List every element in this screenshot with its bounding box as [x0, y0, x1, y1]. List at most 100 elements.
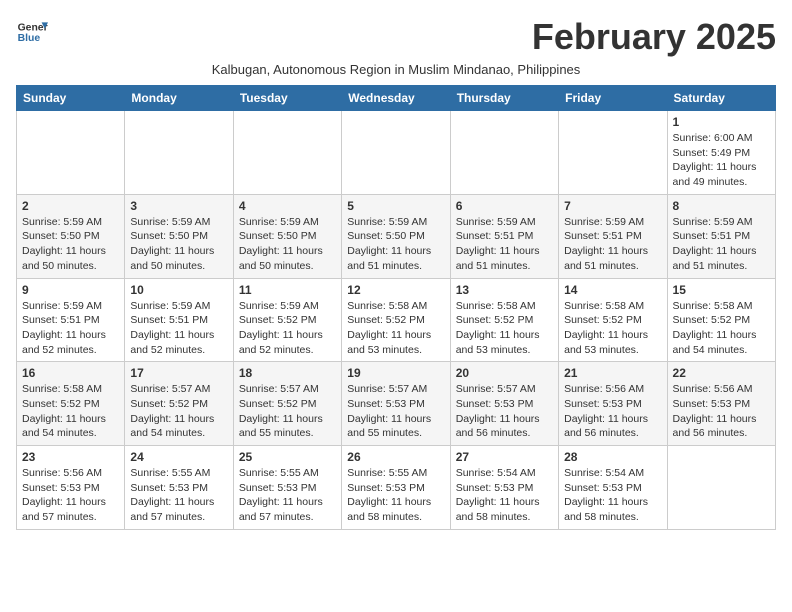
- day-info: Sunrise: 5:59 AMSunset: 5:51 PMDaylight:…: [564, 215, 661, 274]
- calendar-day-header: Tuesday: [233, 86, 341, 111]
- day-info: Sunrise: 5:59 AMSunset: 5:50 PMDaylight:…: [239, 215, 336, 274]
- day-number: 15: [673, 283, 770, 297]
- calendar-cell: 10 Sunrise: 5:59 AMSunset: 5:51 PMDayligh…: [125, 278, 233, 362]
- day-number: 19: [347, 366, 444, 380]
- calendar-cell: [342, 111, 450, 195]
- calendar-cell: 17 Sunrise: 5:57 AMSunset: 5:52 PMDayligh…: [125, 362, 233, 446]
- day-info: Sunrise: 5:59 AMSunset: 5:50 PMDaylight:…: [22, 215, 119, 274]
- day-number: 6: [456, 199, 553, 213]
- day-number: 4: [239, 199, 336, 213]
- day-number: 18: [239, 366, 336, 380]
- day-info: Sunrise: 5:58 AMSunset: 5:52 PMDaylight:…: [673, 299, 770, 358]
- calendar-cell: 19 Sunrise: 5:57 AMSunset: 5:53 PMDayligh…: [342, 362, 450, 446]
- calendar-cell: 24 Sunrise: 5:55 AMSunset: 5:53 PMDayligh…: [125, 446, 233, 530]
- day-info: Sunrise: 5:58 AMSunset: 5:52 PMDaylight:…: [22, 382, 119, 441]
- calendar-cell: 15 Sunrise: 5:58 AMSunset: 5:52 PMDayligh…: [667, 278, 775, 362]
- calendar-week-row: 1Sunrise: 6:00 AMSunset: 5:49 PMDaylight…: [17, 111, 776, 195]
- day-number: 26: [347, 450, 444, 464]
- calendar-cell: 11Sunrise: 5:59 AMSunset: 5:52 PMDayligh…: [233, 278, 341, 362]
- calendar-cell: 26 Sunrise: 5:55 AMSunset: 5:53 PMDayligh…: [342, 446, 450, 530]
- calendar-cell: 6 Sunrise: 5:59 AMSunset: 5:51 PMDaylight…: [450, 194, 558, 278]
- day-info: Sunrise: 5:57 AMSunset: 5:52 PMDaylight:…: [130, 382, 227, 441]
- calendar-cell: [667, 446, 775, 530]
- day-info: Sunrise: 5:59 AMSunset: 5:51 PMDaylight:…: [456, 215, 553, 274]
- calendar-cell: 18Sunrise: 5:57 AMSunset: 5:52 PMDayligh…: [233, 362, 341, 446]
- day-info: Sunrise: 5:56 AMSunset: 5:53 PMDaylight:…: [564, 382, 661, 441]
- day-number: 25: [239, 450, 336, 464]
- day-info: Sunrise: 5:58 AMSunset: 5:52 PMDaylight:…: [456, 299, 553, 358]
- calendar-cell: 27 Sunrise: 5:54 AMSunset: 5:53 PMDayligh…: [450, 446, 558, 530]
- calendar-table: SundayMondayTuesdayWednesdayThursdayFrid…: [16, 85, 776, 530]
- day-number: 14: [564, 283, 661, 297]
- logo: General Blue: [16, 16, 48, 48]
- calendar-week-row: 16 Sunrise: 5:58 AMSunset: 5:52 PMDayligh…: [17, 362, 776, 446]
- svg-text:Blue: Blue: [18, 33, 41, 44]
- day-info: Sunrise: 5:55 AMSunset: 5:53 PMDaylight:…: [347, 466, 444, 525]
- calendar-cell: 7Sunrise: 5:59 AMSunset: 5:51 PMDaylight…: [559, 194, 667, 278]
- calendar-cell: 22Sunrise: 5:56 AMSunset: 5:53 PMDayligh…: [667, 362, 775, 446]
- day-number: 23: [22, 450, 119, 464]
- calendar-cell: 28 Sunrise: 5:54 AMSunset: 5:53 PMDayligh…: [559, 446, 667, 530]
- calendar-week-row: 2 Sunrise: 5:59 AMSunset: 5:50 PMDaylight…: [17, 194, 776, 278]
- calendar-cell: 13 Sunrise: 5:58 AMSunset: 5:52 PMDayligh…: [450, 278, 558, 362]
- calendar-cell: 2 Sunrise: 5:59 AMSunset: 5:50 PMDaylight…: [17, 194, 125, 278]
- day-info: Sunrise: 5:56 AMSunset: 5:53 PMDaylight:…: [22, 466, 119, 525]
- calendar-cell: [559, 111, 667, 195]
- calendar-day-header: Sunday: [17, 86, 125, 111]
- day-number: 11: [239, 283, 336, 297]
- day-number: 13: [456, 283, 553, 297]
- day-info: Sunrise: 5:54 AMSunset: 5:53 PMDaylight:…: [456, 466, 553, 525]
- day-number: 21: [564, 366, 661, 380]
- day-info: Sunrise: 5:58 AMSunset: 5:52 PMDaylight:…: [564, 299, 661, 358]
- day-number: 27: [456, 450, 553, 464]
- day-number: 16: [22, 366, 119, 380]
- day-number: 5: [347, 199, 444, 213]
- calendar-cell: 12 Sunrise: 5:58 AMSunset: 5:52 PMDayligh…: [342, 278, 450, 362]
- day-number: 28: [564, 450, 661, 464]
- calendar-cell: [17, 111, 125, 195]
- day-info: Sunrise: 5:57 AMSunset: 5:53 PMDaylight:…: [347, 382, 444, 441]
- subtitle: Kalbugan, Autonomous Region in Muslim Mi…: [16, 62, 776, 77]
- calendar-cell: 16 Sunrise: 5:58 AMSunset: 5:52 PMDayligh…: [17, 362, 125, 446]
- day-info: Sunrise: 5:59 AMSunset: 5:50 PMDaylight:…: [130, 215, 227, 274]
- day-info: Sunrise: 5:55 AMSunset: 5:53 PMDaylight:…: [239, 466, 336, 525]
- day-number: 8: [673, 199, 770, 213]
- calendar-header-row: SundayMondayTuesdayWednesdayThursdayFrid…: [17, 86, 776, 111]
- calendar-cell: 8 Sunrise: 5:59 AMSunset: 5:51 PMDaylight…: [667, 194, 775, 278]
- calendar-cell: 14 Sunrise: 5:58 AMSunset: 5:52 PMDayligh…: [559, 278, 667, 362]
- calendar-cell: 3 Sunrise: 5:59 AMSunset: 5:50 PMDaylight…: [125, 194, 233, 278]
- calendar-cell: 25 Sunrise: 5:55 AMSunset: 5:53 PMDayligh…: [233, 446, 341, 530]
- calendar-cell: 4 Sunrise: 5:59 AMSunset: 5:50 PMDaylight…: [233, 194, 341, 278]
- day-number: 20: [456, 366, 553, 380]
- day-number: 24: [130, 450, 227, 464]
- day-number: 17: [130, 366, 227, 380]
- day-info: Sunrise: 5:59 AMSunset: 5:51 PMDaylight:…: [130, 299, 227, 358]
- calendar-cell: 23 Sunrise: 5:56 AMSunset: 5:53 PMDayligh…: [17, 446, 125, 530]
- day-info: Sunrise: 5:55 AMSunset: 5:53 PMDaylight:…: [130, 466, 227, 525]
- calendar-day-header: Friday: [559, 86, 667, 111]
- calendar-day-header: Wednesday: [342, 86, 450, 111]
- day-number: 12: [347, 283, 444, 297]
- calendar-cell: [125, 111, 233, 195]
- calendar-day-header: Monday: [125, 86, 233, 111]
- calendar-day-header: Saturday: [667, 86, 775, 111]
- day-number: 2: [22, 199, 119, 213]
- day-info: Sunrise: 5:59 AMSunset: 5:51 PMDaylight:…: [673, 215, 770, 274]
- calendar-cell: 20Sunrise: 5:57 AMSunset: 5:53 PMDayligh…: [450, 362, 558, 446]
- logo-icon: General Blue: [16, 16, 48, 48]
- day-number: 9: [22, 283, 119, 297]
- title-section: February 2025: [532, 16, 776, 58]
- calendar-cell: [233, 111, 341, 195]
- calendar-cell: 9 Sunrise: 5:59 AMSunset: 5:51 PMDaylight…: [17, 278, 125, 362]
- day-info: Sunrise: 5:54 AMSunset: 5:53 PMDaylight:…: [564, 466, 661, 525]
- day-info: Sunrise: 5:59 AMSunset: 5:51 PMDaylight:…: [22, 299, 119, 358]
- day-info: Sunrise: 5:58 AMSunset: 5:52 PMDaylight:…: [347, 299, 444, 358]
- day-number: 10: [130, 283, 227, 297]
- calendar-cell: 21 Sunrise: 5:56 AMSunset: 5:53 PMDayligh…: [559, 362, 667, 446]
- calendar-cell: 1Sunrise: 6:00 AMSunset: 5:49 PMDaylight…: [667, 111, 775, 195]
- day-number: 22: [673, 366, 770, 380]
- day-info: Sunrise: 6:00 AMSunset: 5:49 PMDaylight:…: [673, 131, 770, 190]
- calendar-week-row: 9 Sunrise: 5:59 AMSunset: 5:51 PMDaylight…: [17, 278, 776, 362]
- day-number: 3: [130, 199, 227, 213]
- page-header: General Blue February 2025: [16, 16, 776, 58]
